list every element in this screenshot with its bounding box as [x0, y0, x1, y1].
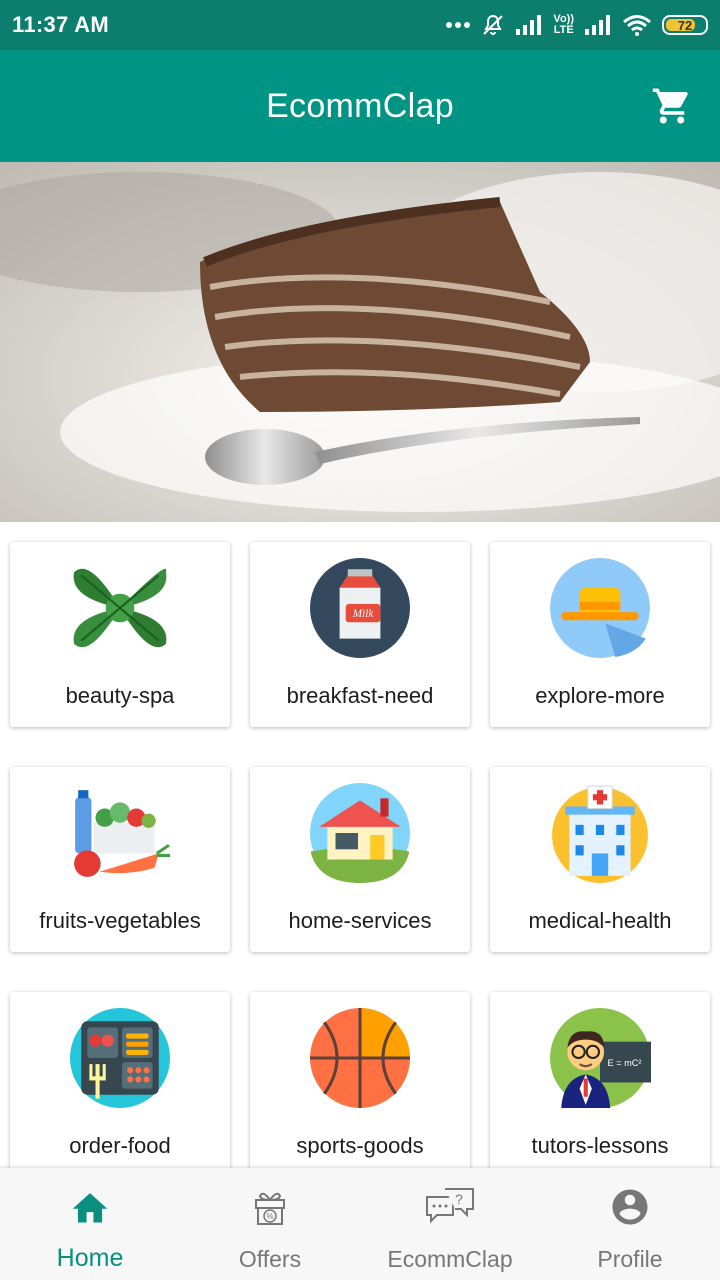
battery-icon: 72 — [662, 15, 708, 35]
nav-home[interactable]: Home — [0, 1168, 180, 1280]
category-label: explore-more — [535, 683, 665, 708]
category-card-beauty-spa[interactable]: beauty-spa — [10, 542, 230, 727]
volte-indicator: Vo)) LTE — [553, 14, 574, 36]
category-label: fruits-vegetables — [39, 908, 201, 933]
more-dots-icon — [446, 22, 471, 28]
category-card-explore-more[interactable]: explore-more — [490, 542, 710, 727]
category-card-medical-health[interactable]: medical-health — [490, 767, 710, 952]
house-icon — [309, 782, 411, 884]
mute-icon — [483, 14, 504, 35]
battery-level: 72 — [677, 17, 693, 33]
category-card-tutors-lessons[interactable]: E = mC² tutors-lessons — [490, 992, 710, 1177]
lunch-tray-icon — [69, 1007, 171, 1109]
category-card-breakfast-need[interactable]: Milk breakfast-need — [250, 542, 470, 727]
milk-carton-icon: Milk — [309, 557, 411, 659]
account-circle-icon — [609, 1184, 651, 1230]
category-label: tutors-lessons — [531, 1133, 669, 1158]
hat-icon — [549, 557, 651, 659]
wifi-icon — [623, 15, 651, 36]
nav-ecommclap[interactable]: ? EcommClap — [360, 1168, 540, 1280]
network-label: LTE — [553, 24, 574, 36]
app-title: EcommClap — [266, 86, 454, 125]
category-card-home-services[interactable]: home-services — [250, 767, 470, 952]
status-bar: 11:37 AM Vo)) LTE 72 — [0, 0, 720, 50]
home-icon — [69, 1184, 111, 1230]
signal-icon — [516, 15, 542, 35]
app-bar: EcommClap — [0, 50, 720, 162]
cake-image — [0, 162, 720, 522]
hero-banner[interactable] — [0, 162, 720, 522]
shopping-cart-icon — [652, 88, 688, 124]
category-label: breakfast-need — [286, 683, 434, 708]
category-label: beauty-spa — [65, 683, 175, 708]
nav-label: Home — [56, 1244, 124, 1272]
bottom-navigation: Home % Offers ? EcommClap Profile — [0, 1168, 720, 1280]
category-card-order-food[interactable]: order-food — [10, 992, 230, 1177]
groceries-icon — [69, 782, 171, 884]
category-card-fruits-vegetables[interactable]: fruits-vegetables — [10, 767, 230, 952]
chat-question-icon: ? — [425, 1184, 475, 1230]
svg-text:%: % — [266, 1212, 273, 1221]
nav-label: Profile — [597, 1246, 663, 1272]
category-card-sports-goods[interactable]: sports-goods — [250, 992, 470, 1177]
category-label: sports-goods — [296, 1133, 424, 1158]
category-grid: beauty-spa Milk breakfast-need explore-m… — [10, 542, 710, 1177]
nav-label: Offers — [238, 1246, 302, 1272]
signal-icon-2 — [585, 15, 610, 35]
category-label: order-food — [69, 1133, 171, 1158]
nav-label: EcommClap — [387, 1246, 513, 1272]
hospital-icon — [549, 782, 651, 884]
gift-icon: % — [251, 1184, 289, 1230]
category-label: home-services — [288, 908, 432, 933]
svg-text:Milk: Milk — [352, 608, 375, 620]
svg-text:E = mC²: E = mC² — [608, 1058, 642, 1068]
nav-profile[interactable]: Profile — [540, 1168, 720, 1280]
status-icons: Vo)) LTE 72 — [445, 13, 708, 37]
teacher-icon: E = mC² — [549, 1007, 651, 1109]
category-label: medical-health — [528, 908, 672, 933]
basketball-icon — [309, 1007, 411, 1109]
nav-offers[interactable]: % Offers — [180, 1168, 360, 1280]
svg-text:?: ? — [455, 1191, 463, 1207]
cart-button[interactable] — [650, 84, 694, 128]
basil-leaf-icon — [69, 557, 171, 659]
status-time: 11:37 AM — [12, 12, 109, 37]
